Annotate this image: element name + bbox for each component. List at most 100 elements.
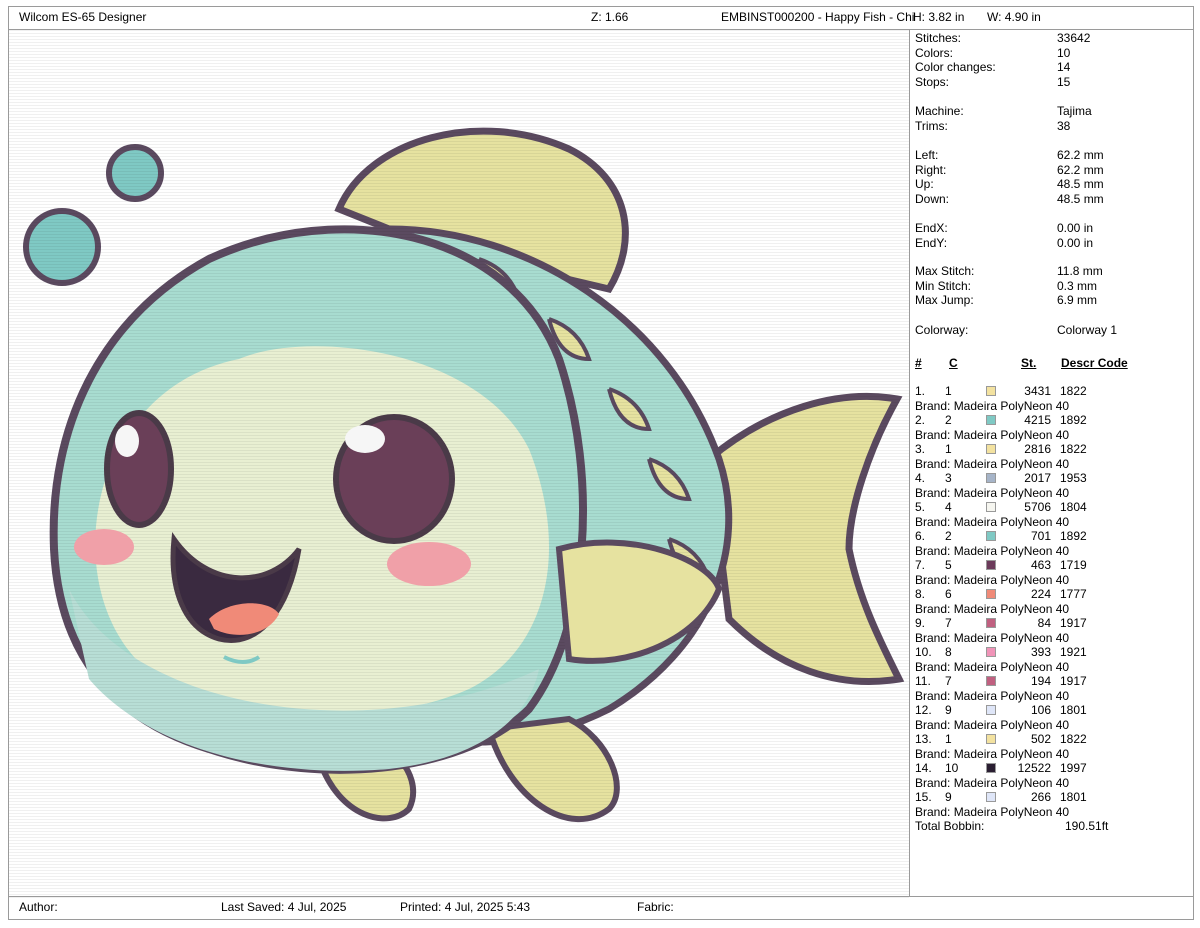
thread-code: 1953 [1060,471,1087,485]
stat-value: Colorway 1 [1057,323,1118,337]
color-row: 1. 1 3431 1822 [915,384,1191,398]
stat-value: 14 [1057,60,1071,74]
stat-row: Min Stitch: 0.3 mm [915,279,1191,293]
thread-code: 1719 [1060,558,1087,572]
stitch-count: 266 [1030,790,1051,804]
color-swatch [986,618,996,628]
color-index: 8 [945,645,952,659]
color-row: 7. 5 463 1719 [915,558,1191,572]
stat-row: Left: 62.2 mm [915,148,1191,162]
row-number: 9. [915,616,926,630]
stat-value: 0.3 mm [1057,279,1098,293]
thread-brand: Brand: Madeira PolyNeon 40 [915,775,1070,790]
thread-code: 1777 [1060,587,1087,601]
color-row: 15. 9 266 1801 [915,790,1191,804]
color-swatch [986,444,996,454]
color-index: 9 [945,703,952,717]
stitch-count: 106 [1030,703,1051,717]
total-bobbin-value: 190.51ft [1065,819,1109,833]
color-index: 7 [945,616,952,630]
color-table-header: # C St. Descr Code [915,356,1191,370]
thread-code: 1917 [1060,616,1087,630]
stat-row: Colors: 10 [915,46,1191,60]
stat-label: Stops: [915,75,950,89]
stat-label: Colorway: [915,323,969,337]
stat-label: Colors: [915,45,954,60]
row-number: 14. [915,761,932,775]
row-number: 11. [915,674,931,688]
stat-row: Machine: Tajima [915,104,1191,118]
thread-brand: Brand: Madeira PolyNeon 40 [915,398,1070,413]
stat-row: Stops: 15 [915,75,1191,89]
stat-label: Color changes: [915,60,996,74]
thread-code: 1917 [1060,674,1087,688]
stat-row: EndY: 0.00 in [915,236,1191,250]
thread-brand: Brand: Madeira PolyNeon 40 [915,630,1070,645]
stitch-count: 224 [1030,587,1051,601]
stat-label: Up: [915,177,934,191]
stat-label: Stitches: [915,31,962,45]
row-number: 7. [915,558,926,572]
total-bobbin-label: Total Bobbin: [915,819,985,833]
thread-brand: Brand: Madeira PolyNeon 40 [915,427,1070,442]
stitch-count: 393 [1030,645,1051,659]
app-title: Wilcom ES-65 Designer [19,10,147,24]
thread-brand: Brand: Madeira PolyNeon 40 [915,659,1070,674]
zoom-level: Z: 1.66 [591,10,629,24]
color-row: 10. 8 393 1921 [915,645,1191,659]
color-index: 4 [945,500,952,514]
row-number: 2. [915,413,926,427]
color-row: 3. 1 2816 1822 [915,442,1191,456]
row-number: 3. [915,442,926,456]
color-row: 9. 7 84 1917 [915,616,1191,630]
color-index: 1 [945,442,952,456]
row-number: 6. [915,529,926,543]
total-bobbin-row: Total Bobbin: 190.51ft [915,819,1191,833]
color-swatch [986,473,996,483]
row-number: 8. [915,587,926,601]
thread-brand: Brand: Madeira PolyNeon 40 [915,688,1070,703]
stat-row: Colorway: Colorway 1 [915,323,1191,337]
color-swatch [986,705,996,715]
stat-label: Min Stitch: [915,279,972,293]
color-swatch [986,647,996,657]
stat-label: Max Jump: [915,293,974,307]
printed-date: Printed: 4 Jul, 2025 5:43 [400,900,531,914]
design-width: W: 4.90 in [987,10,1041,24]
stat-row: Trims: 38 [915,119,1191,133]
column-header-num: # [915,356,922,370]
stitch-count: 4215 [1024,413,1051,427]
thread-code: 1801 [1060,790,1087,804]
stat-value: 15 [1057,75,1071,89]
row-number: 15. [915,790,932,804]
stat-value: 0.00 in [1057,235,1094,250]
stat-value: 10 [1057,45,1071,60]
column-header-color: C [949,356,958,370]
stat-label: Down: [915,191,950,206]
design-height: H: 3.82 in [913,10,965,24]
thread-brand: Brand: Madeira PolyNeon 40 [915,572,1070,587]
stitch-count: 194 [1030,674,1051,688]
thread-code: 1892 [1060,413,1087,427]
row-number: 4. [915,471,926,485]
thread-code: 1801 [1060,703,1087,717]
color-swatch [986,560,996,570]
color-swatch [986,676,996,686]
stat-value: 48.5 mm [1057,177,1104,191]
stitch-count: 2017 [1024,471,1051,485]
column-header-stitches: St. [1021,356,1037,370]
stat-row: Color changes: 14 [915,60,1191,74]
thread-brand: Brand: Madeira PolyNeon 40 [915,543,1070,558]
stat-label: EndX: [915,221,948,235]
fabric-label: Fabric: [637,900,674,914]
stat-row: Down: 48.5 mm [915,192,1191,206]
color-swatch [986,386,996,396]
thread-brand: Brand: Madeira PolyNeon 40 [915,456,1070,471]
stat-label: Trims: [915,119,948,133]
color-row: 6. 2 701 1892 [915,529,1191,543]
stat-label: Max Stitch: [915,264,975,278]
stat-row: EndX: 0.00 in [915,221,1191,235]
color-index: 2 [945,413,952,427]
author-label: Author: [19,900,58,914]
stat-value: 48.5 mm [1057,191,1104,206]
